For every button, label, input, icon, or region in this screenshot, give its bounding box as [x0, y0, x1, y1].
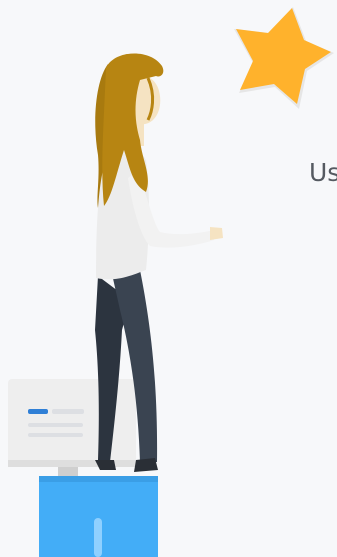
woman-on-pedestal-illustration: [8, 7, 334, 557]
onboarding-illustration: Us: [0, 0, 337, 557]
pedestal-illustration: [39, 476, 158, 557]
star-icon: [234, 7, 334, 109]
woman-figure: [95, 53, 223, 472]
partial-heading-text: Us: [309, 158, 337, 187]
